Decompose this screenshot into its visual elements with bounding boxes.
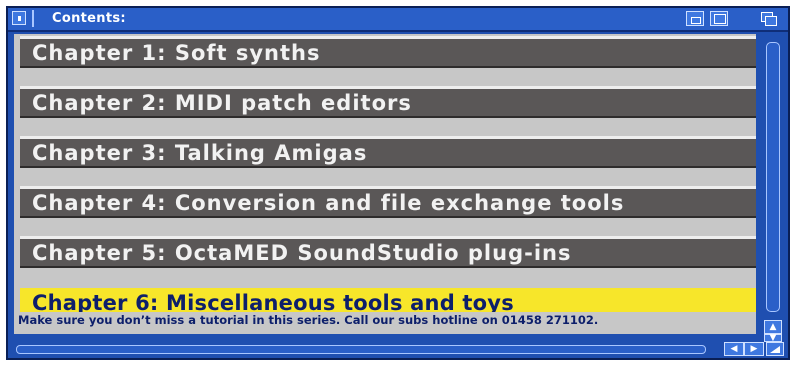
depth-icon[interactable] (760, 11, 778, 26)
chapter-item-2[interactable]: Chapter 2: MIDI patch editors (20, 86, 756, 118)
chapter-label: Chapter 2: MIDI patch editors (32, 91, 412, 115)
arrow-right-icon[interactable]: ▶ (744, 342, 764, 356)
status-text: Make sure you don’t miss a tutorial in t… (18, 313, 599, 327)
zoom-icon[interactable] (710, 11, 728, 26)
arrow-down-icon[interactable]: ▼ (764, 334, 782, 343)
chapter-label: Chapter 5: OctaMED SoundStudio plug-ins (32, 241, 572, 265)
chapter-item-5[interactable]: Chapter 5: OctaMED SoundStudio plug-ins (20, 236, 756, 268)
close-gadget-icon[interactable] (12, 11, 26, 25)
title-bar[interactable]: Contents: (8, 8, 788, 32)
chapter-label: Chapter 4: Conversion and file exchange … (32, 191, 625, 215)
chapter-list: Chapter 1: Soft synths Chapter 2: MIDI p… (14, 34, 756, 334)
chapter-item-3[interactable]: Chapter 3: Talking Amigas (20, 136, 756, 168)
resize-icon[interactable] (766, 342, 784, 356)
iconify-icon[interactable] (686, 11, 704, 26)
vertical-scrollbar[interactable] (764, 38, 782, 320)
status-bar: Make sure you don’t miss a tutorial in t… (14, 312, 756, 330)
vertical-scroll-thumb[interactable] (766, 42, 780, 312)
title-separator (32, 10, 34, 27)
chapter-label: Chapter 3: Talking Amigas (32, 141, 368, 165)
chapter-item-1[interactable]: Chapter 1: Soft synths (20, 36, 756, 68)
chapter-label: Chapter 1: Soft synths (32, 41, 321, 65)
contents-window: Contents: Chapter 1: Soft synths Chapter… (6, 6, 790, 360)
arrow-up-icon[interactable]: ▲ (764, 320, 782, 334)
horizontal-scrollbar[interactable] (8, 342, 788, 358)
horizontal-scroll-thumb[interactable] (16, 345, 706, 354)
arrow-left-icon[interactable]: ◀ (724, 342, 744, 356)
window-title: Contents: (52, 11, 126, 26)
chapter-item-4[interactable]: Chapter 4: Conversion and file exchange … (20, 186, 756, 218)
